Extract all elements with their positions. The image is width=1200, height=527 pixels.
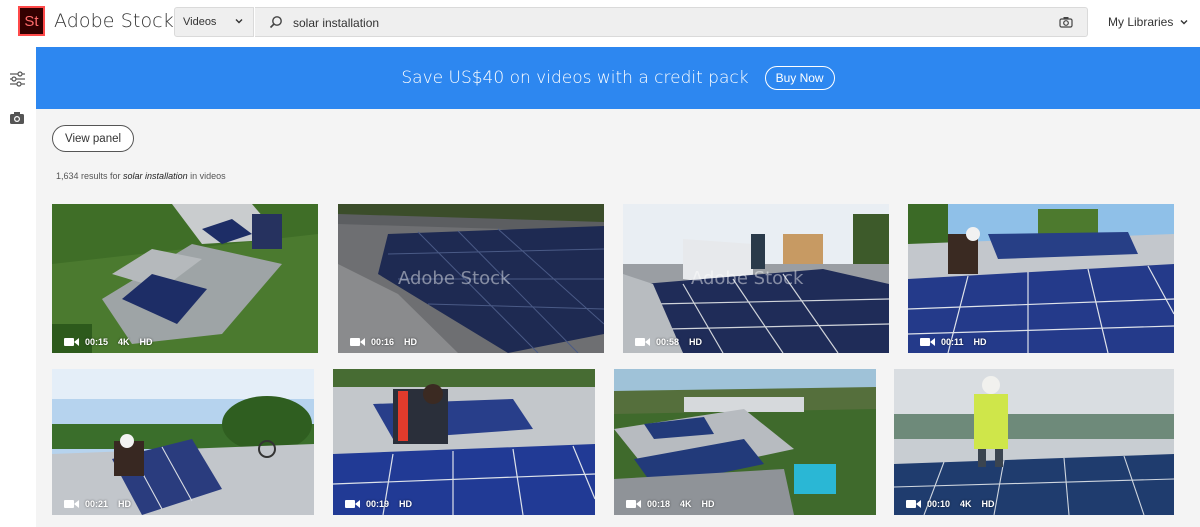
results-suffix: in videos [187,171,226,181]
results-query: solar installation [123,171,188,181]
video-quality: HD [404,337,418,347]
logo-text: St [24,12,39,30]
video-camera-icon [920,337,936,347]
video-thumbnail[interactable]: 00:11 HD [908,204,1174,353]
video-thumbnail[interactable]: Adobe Stock 00:58 HD [623,204,889,353]
results-count: 1,634 [56,171,79,181]
worker-standing-panels-image [894,369,1174,515]
video-duration: 00:19 [366,499,390,509]
brand-name[interactable]: Adobe Stock [54,10,174,32]
video-duration: 00:21 [85,499,109,509]
watermark: Adobe Stock [398,268,511,289]
video-thumbnail[interactable]: 00:21 HD [52,369,314,515]
promo-banner: Save US$40 on videos with a credit pack … [36,47,1200,109]
video-quality: HD [139,337,153,347]
video-quality: HD [981,499,995,509]
video-quality: HD [118,499,132,509]
content-type-select[interactable]: Videos [174,7,254,37]
video-meta: 00:58 HD [635,337,702,347]
watermark: Adobe Stock [691,268,804,289]
video-meta: 00:11 HD [920,337,987,347]
video-meta: 00:15 4K HD [64,337,153,347]
adobe-stock-logo[interactable]: St [18,6,45,36]
my-libraries-label: My Libraries [1108,15,1174,29]
chevron-down-icon [1180,20,1188,25]
search-icon [269,16,282,29]
filter-sliders-icon[interactable] [9,71,26,87]
content-type-value: Videos [183,16,217,28]
video-thumbnail[interactable]: 00:19 HD [333,369,595,515]
video-quality: HD [701,499,715,509]
video-thumbnail[interactable]: 00:15 4K HD [52,204,318,353]
chevron-down-icon [235,19,243,24]
video-meta: 00:19 HD [345,499,412,509]
aerial-house-rooftop-image [52,204,318,353]
video-meta: 00:21 HD [64,499,131,509]
results-mid-text: results for [78,171,124,181]
video-camera-icon [345,499,361,509]
video-resolution: 4K [680,499,692,509]
video-quality: HD [399,499,413,509]
video-camera-icon [626,499,642,509]
worker-drilling-panel-image [333,369,595,515]
video-quality: HD [973,337,987,347]
video-meta: 00:16 HD [350,337,417,347]
results-summary: 1,634 results for solar installation in … [56,171,226,181]
worker-kneeling-panels-image [908,204,1174,353]
top-bar: St Adobe Stock Videos My Libraries [0,0,1200,45]
video-resolution: 4K [960,499,972,509]
visual-search-camera-icon[interactable] [1059,16,1073,28]
video-duration: 00:10 [927,499,951,509]
buy-now-button[interactable]: Buy Now [764,66,835,90]
video-quality: HD [689,337,703,347]
video-duration: 00:15 [85,337,109,347]
video-thumbnail[interactable]: Adobe Stock 00:16 HD [338,204,604,353]
promo-text: Save US$40 on videos with a credit pack [401,68,749,88]
video-duration: 00:11 [941,337,964,347]
my-libraries-menu[interactable]: My Libraries [1108,15,1189,29]
video-duration: 00:16 [371,337,395,347]
video-meta: 00:10 4K HD [906,499,995,509]
results-area: View panel 1,634 results for solar insta… [36,109,1200,527]
camera-icon[interactable] [9,111,25,125]
search-bar [255,7,1088,37]
video-camera-icon [350,337,366,347]
video-duration: 00:58 [656,337,680,347]
aerial-house-pool-image [614,369,876,515]
video-camera-icon [64,499,80,509]
video-resolution: 4K [118,337,130,347]
video-camera-icon [906,499,922,509]
search-input[interactable] [293,14,993,32]
video-duration: 00:18 [647,499,671,509]
view-panel-button[interactable]: View panel [52,125,135,152]
video-thumbnail[interactable]: 00:10 4K HD [894,369,1174,515]
video-meta: 00:18 4K HD [626,499,715,509]
video-thumbnail[interactable]: 00:18 4K HD [614,369,876,515]
worker-tilting-panel-image [52,369,314,515]
left-rail [0,45,36,527]
video-camera-icon [635,337,651,347]
video-camera-icon [64,337,80,347]
